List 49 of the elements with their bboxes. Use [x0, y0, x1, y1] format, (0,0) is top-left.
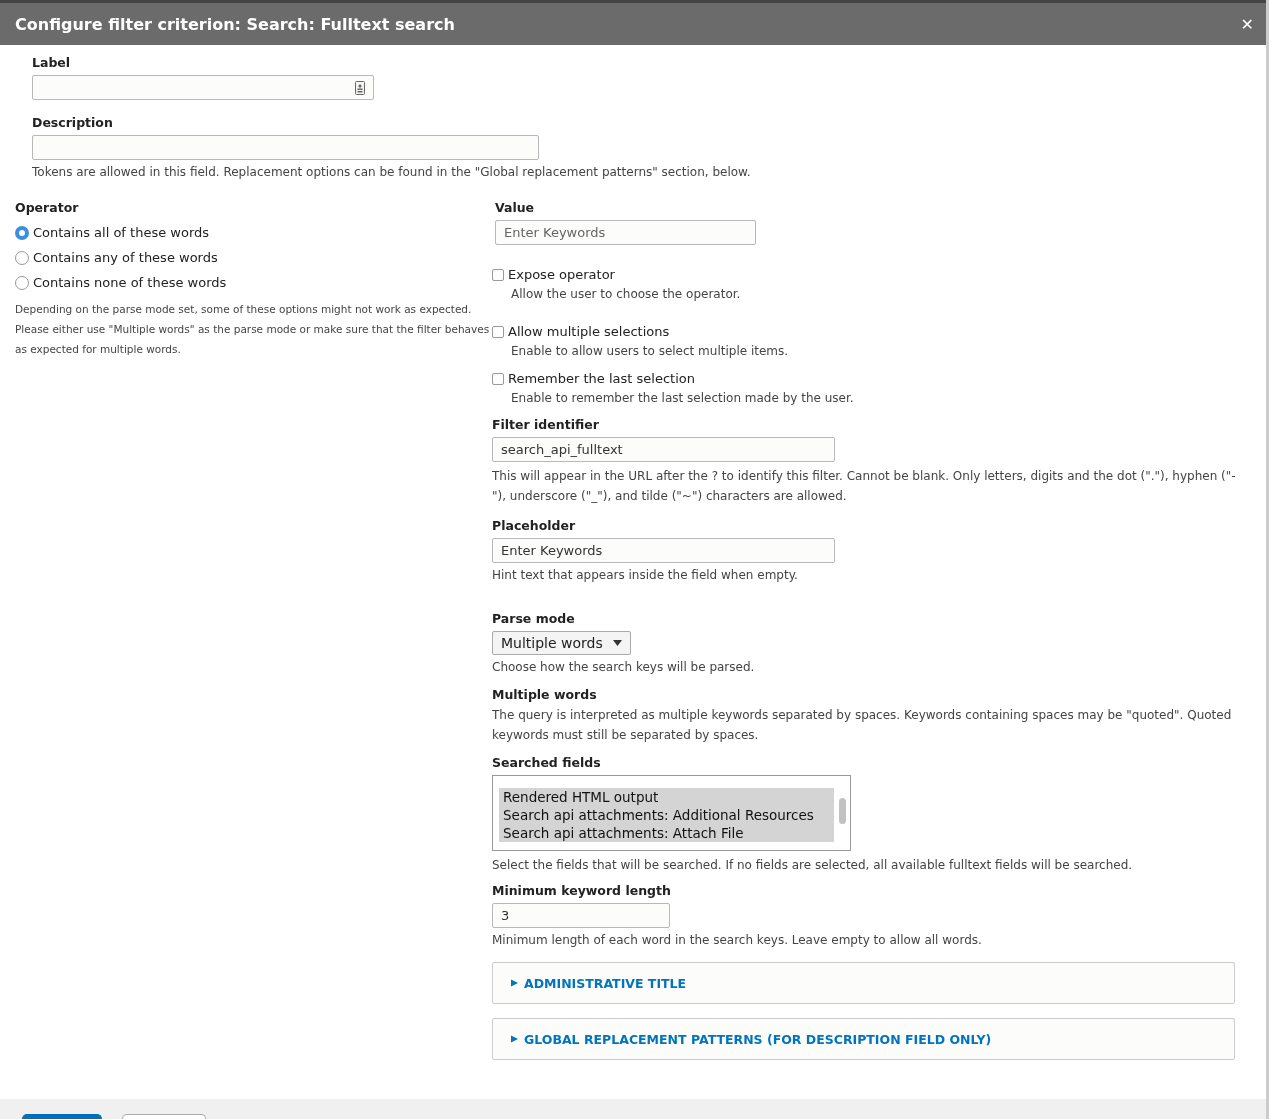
- field-label: Description: [32, 115, 114, 130]
- list-option[interactable]: Search api attachments: Attach File: [499, 824, 834, 842]
- collapsible-section[interactable]: ADMINISTRATIVE TITLE: [492, 962, 1235, 1004]
- list-option[interactable]: Search api attachments: Additional Resources: [499, 806, 834, 824]
- field-label: Filter identifier: [492, 417, 600, 432]
- help-text: Tokens are allowed in this field. Replacement options can be found in the "Global replacement patterns" section, below.: [32, 164, 752, 181]
- field-label: Placeholder: [492, 518, 577, 533]
- label-input-field[interactable]: [32, 75, 374, 100]
- placeholder-input-field[interactable]: Enter Keywords: [492, 538, 835, 563]
- collapsible-section[interactable]: GLOBAL REPLACEMENT PATTERNS (FOR DESCRIPTION FIELD ONLY): [492, 1018, 1235, 1060]
- field-label: Operator: [15, 200, 80, 215]
- list-option[interactable]: Rendered HTML output: [499, 788, 834, 806]
- help-text: Enable to allow users to select multiple items.: [511, 343, 790, 360]
- section-heading: Multiple words: [492, 687, 598, 702]
- help-text: Hint text that appears inside the field when empty.: [492, 567, 799, 584]
- contact-card-icon: [355, 80, 365, 95]
- primary-button[interactable]: [22, 1114, 102, 1119]
- identifier-input-field[interactable]: search_api_fulltext: [492, 437, 835, 462]
- dialog-title: Configure filter criterion: Search: Fulltext search: [15, 14, 455, 34]
- checkbox-option[interactable]: Allow multiple selections: [492, 324, 1246, 339]
- field-label: Searched fields: [492, 755, 602, 770]
- help-text: This will appear in the URL after the ? to identify this filter. Cannot be blank. Only letters, digits and the dot ("."), hyphen ("-"), underscore ("_"), and tilde ("~") characters are allowed.: [492, 468, 1237, 505]
- caret-icon: [612, 640, 622, 646]
- help-text: Enable to remember the last selection made by the user.: [511, 390, 855, 407]
- secondary-button[interactable]: [122, 1114, 206, 1119]
- description-text: The query is interpreted as multiple keywords separated by spaces. Keywords containing spaces may be "quoted". Quoted keywords must still be separated by spaces.: [492, 707, 1233, 744]
- checkbox-option[interactable]: Remember the last selection: [492, 371, 1246, 386]
- field-label: Parse mode: [492, 611, 576, 626]
- field-label: Label: [32, 55, 72, 70]
- close-button[interactable]: ✕: [1236, 12, 1258, 36]
- min-length-input-field[interactable]: 3: [492, 903, 670, 928]
- help-text: Select the fields that will be searched. If no fields are selected, all available fulltext fields will be searched.: [492, 857, 1134, 874]
- triangle-icon: [511, 1035, 518, 1043]
- help-text: Minimum length of each word in the search keys. Leave empty to allow all words.: [492, 932, 983, 949]
- value-input-field[interactable]: Enter Keywords: [495, 220, 756, 245]
- field-label: Minimum keyword length: [492, 883, 672, 898]
- help-text: Allow the user to choose the operator.: [511, 286, 742, 303]
- description-input-field[interactable]: [32, 135, 539, 160]
- parse-mode-dropdown[interactable]: Multiple words: [492, 631, 631, 655]
- searched-fields-listbox[interactable]: Rendered HTML output Search api attachments: Additional Resources Search api attachments: Attach File: [492, 775, 851, 851]
- scrollbar-thumb[interactable]: [838, 798, 846, 824]
- checkbox-option[interactable]: Expose operator: [492, 267, 1246, 282]
- help-text: Depending on the parse mode set, some of these options might not work as expected. Please either use "Multiple words" as the parse mode or make sure that the filter behaves as expected for multiple words.: [15, 302, 491, 357]
- radio-option[interactable]: Contains all of these words: [15, 220, 492, 245]
- field-label: Value: [495, 200, 536, 215]
- help-text: Choose how the search keys will be parsed.: [492, 659, 756, 676]
- radio-option[interactable]: Contains any of these words: [15, 245, 492, 270]
- radio-option[interactable]: Contains none of these words: [15, 270, 492, 295]
- triangle-icon: [511, 979, 518, 987]
